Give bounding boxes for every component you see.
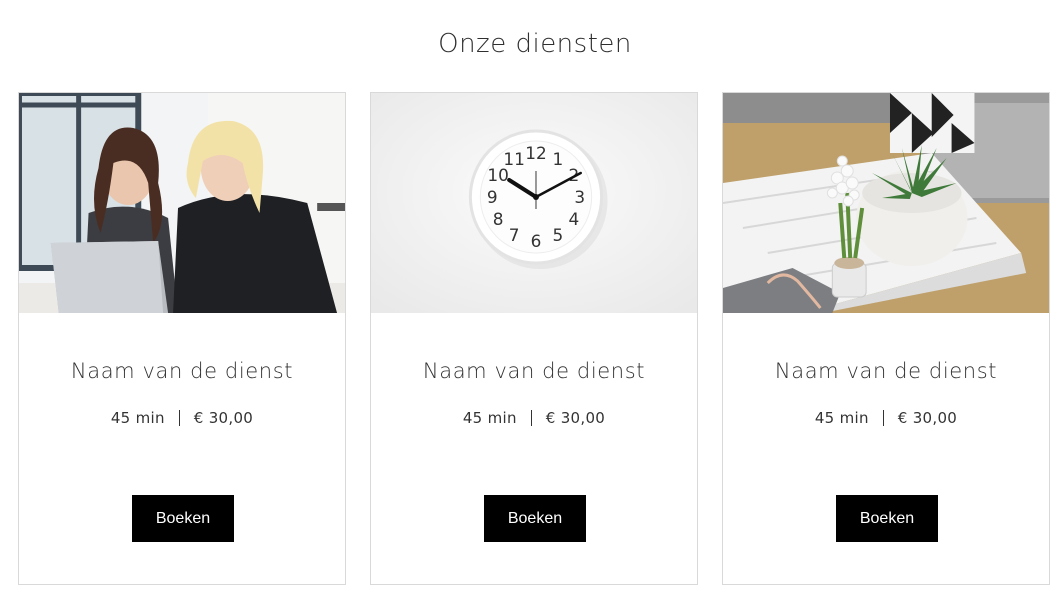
clock-numeral: 7 <box>509 225 520 245</box>
service-duration: 45 min <box>110 409 165 427</box>
service-price: € 30,00 <box>193 409 254 427</box>
clock-numeral: 9 <box>487 187 498 207</box>
clock-numeral: 4 <box>568 209 579 229</box>
service-name: Naam van de dienst <box>70 359 294 383</box>
clock-numeral: 5 <box>552 225 563 245</box>
meta-divider <box>178 410 180 426</box>
clock-numeral: 11 <box>503 149 524 169</box>
service-price: € 30,00 <box>897 409 958 427</box>
service-meta: 45 min € 30,00 <box>19 409 345 427</box>
service-name: Naam van de dienst <box>774 359 998 383</box>
book-button[interactable]: Boeken <box>484 495 586 542</box>
section-title: Onze diensten <box>438 29 632 60</box>
clock-numeral: 8 <box>493 209 504 229</box>
meta-divider <box>530 410 532 426</box>
service-card: 12 1 2 3 4 5 6 7 8 9 10 11 Naam van de dienst 45 mi… <box>370 92 698 585</box>
meta-divider <box>882 410 884 426</box>
service-price: € 30,00 <box>545 409 606 427</box>
service-name: Naam van de dienst <box>422 359 646 383</box>
book-button[interactable]: Boeken <box>836 495 938 542</box>
clock-numeral: 12 <box>525 143 546 163</box>
service-duration: 45 min <box>462 409 517 427</box>
service-card: Naam van de dienst 45 min € 30,00 Boeken <box>18 92 346 585</box>
service-meta: 45 min € 30,00 <box>723 409 1049 427</box>
clock-numeral: 1 <box>552 149 563 169</box>
service-image-women-laptop <box>19 93 345 313</box>
book-button[interactable]: Boeken <box>132 495 234 542</box>
service-card: Naam van de dienst 45 min € 30,00 Boeken <box>722 92 1050 585</box>
clock-numeral: 6 <box>531 231 542 251</box>
service-duration: 45 min <box>814 409 869 427</box>
clock-numeral: 3 <box>574 187 585 207</box>
service-image-clock: 12 1 2 3 4 5 6 7 8 9 10 11 <box>371 93 697 313</box>
service-meta: 45 min € 30,00 <box>371 409 697 427</box>
service-image-plants <box>723 93 1049 313</box>
